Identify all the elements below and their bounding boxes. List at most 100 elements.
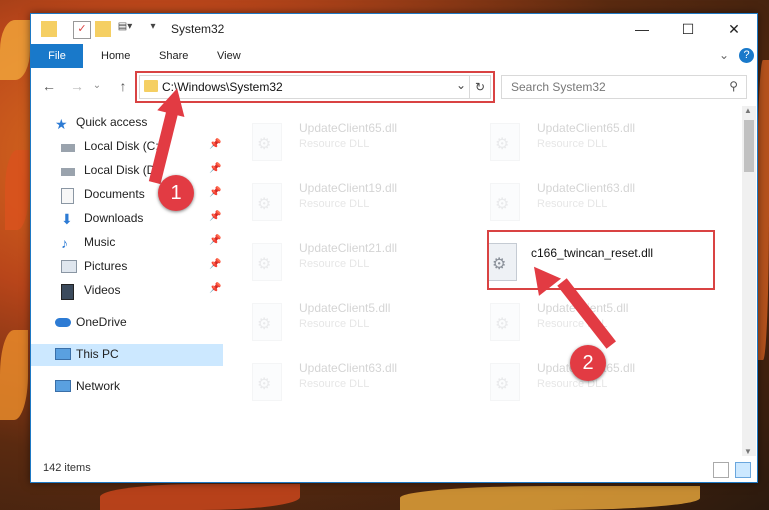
search-icon: ⚲ (729, 79, 738, 93)
file-type: Resource DLL (299, 138, 370, 150)
folder-icon (41, 21, 57, 37)
pin-icon[interactable]: 📌 (209, 235, 221, 246)
up-arrow-icon[interactable]: ↑ (115, 78, 131, 94)
videos-icon (61, 284, 74, 300)
file-item[interactable]: UpdateClient19.dll Resource DLL (227, 178, 447, 226)
file-type: Resource DLL (537, 378, 608, 390)
scroll-up-arrow-icon[interactable]: ▲ (744, 106, 752, 115)
nav-item-quick-access[interactable]: ★ Quick access (31, 112, 223, 134)
file-item[interactable]: UpdateClient63.dll Resource DLL (465, 178, 685, 226)
minimize-button[interactable]: — (619, 14, 665, 44)
file-item[interactable]: UpdateClient63.dll Resource DLL (227, 358, 447, 406)
file-name: UpdateClient63.dll (299, 361, 398, 375)
nav-item-this-pc[interactable]: This PC (31, 344, 223, 366)
item-count: 142 items (43, 462, 91, 474)
file-item[interactable]: UpdateClient21.dll Resource DLL (227, 238, 447, 286)
pictures-icon (61, 260, 77, 273)
details-view-icon[interactable] (713, 462, 729, 478)
background-leaf (0, 330, 28, 420)
nav-item-pictures[interactable]: Pictures 📌 (31, 256, 223, 278)
file-name: UpdateClient65.dll (537, 121, 636, 135)
scrollbar-thumb[interactable] (744, 120, 754, 172)
pin-icon[interactable]: 📌 (209, 211, 221, 222)
chevron-down-icon[interactable]: ▾ (145, 21, 161, 37)
file-tab[interactable]: File (31, 44, 83, 68)
nav-item-documents[interactable]: Documents 📌 (31, 184, 223, 206)
dll-file-icon (252, 123, 282, 161)
search-placeholder: Search System32 (511, 80, 606, 94)
pin-icon[interactable]: 📌 (209, 187, 221, 198)
drive-icon (61, 168, 75, 176)
dll-file-icon (252, 183, 282, 221)
nav-item-music[interactable]: ♪ Music 📌 (31, 232, 223, 254)
pin-icon[interactable]: 📌 (209, 163, 221, 174)
file-name: UpdateClient21.dll (299, 241, 398, 255)
nav-item-label: OneDrive (76, 315, 127, 329)
window-title: System32 (171, 22, 225, 36)
customize-toolbar-icon[interactable]: ▤▾ (117, 21, 133, 37)
documents-icon (61, 188, 74, 204)
cloud-icon (55, 318, 71, 327)
background-leaf (0, 20, 30, 80)
file-name: UpdateClient19.dll (299, 181, 398, 195)
ribbon: File Home Share View ⌄ ? (31, 44, 757, 69)
file-name: UpdateClient65.dll (299, 121, 398, 135)
nav-item-label: This PC (76, 347, 119, 361)
annotation-badge-1: 1 (158, 175, 194, 211)
file-item[interactable]: UpdateClient65.dll Resource DLL (227, 118, 447, 166)
nav-item-label: Videos (84, 283, 121, 297)
large-icons-view-icon[interactable] (735, 462, 751, 478)
maximize-button[interactable]: ☐ (665, 14, 711, 44)
file-name: UpdateClient63.dll (537, 181, 636, 195)
tab-share[interactable]: Share (159, 44, 188, 68)
new-folder-icon[interactable] (95, 21, 111, 37)
computer-icon (55, 348, 71, 360)
dll-file-icon (252, 243, 282, 281)
properties-icon[interactable]: ✓ (73, 21, 91, 39)
tab-home[interactable]: Home (101, 44, 130, 68)
annotation-badge-2: 2 (570, 345, 606, 381)
nav-item-local-disk-c[interactable]: Local Disk (C:) 📌 (31, 136, 223, 158)
drive-icon (61, 144, 75, 152)
pin-icon[interactable]: 📌 (209, 259, 221, 270)
dll-file-icon (490, 303, 520, 341)
search-input[interactable]: Search System32 ⚲ (501, 75, 747, 99)
nav-item-label: Quick access (76, 115, 148, 129)
nav-item-label: Network (76, 379, 121, 393)
background-leaf (100, 484, 300, 510)
background-leaf (5, 150, 29, 230)
pin-icon[interactable]: 📌 (209, 139, 221, 150)
chevron-down-icon[interactable]: ⌄ (89, 78, 105, 94)
explorer-window: ✓ ▤▾ ▾ System32 — ☐ ✕ File Home Share Vi… (30, 13, 758, 483)
nav-item-label: Documents (84, 187, 145, 201)
file-item[interactable]: UpdateClient65.dll Resource DLL (465, 118, 685, 166)
close-button[interactable]: ✕ (711, 14, 757, 44)
scroll-down-arrow-icon[interactable]: ▼ (744, 447, 752, 456)
pin-icon[interactable]: 📌 (209, 283, 221, 294)
file-type: Resource DLL (299, 198, 370, 210)
tab-view[interactable]: View (217, 44, 241, 68)
chevron-down-icon[interactable]: ⌄ (719, 48, 729, 62)
dll-file-icon (490, 123, 520, 161)
nav-item-onedrive[interactable]: OneDrive (31, 312, 223, 334)
back-arrow-icon[interactable]: ← (41, 78, 57, 94)
nav-item-local-disk-d[interactable]: Local Disk (D:) 📌 (31, 160, 223, 182)
file-item[interactable]: UpdateClient5.dll Resource DLL (227, 298, 447, 346)
nav-item-downloads[interactable]: ⬇ Downloads 📌 (31, 208, 223, 230)
file-type: Resource DLL (537, 198, 608, 210)
network-icon (55, 380, 71, 392)
navigation-pane: ★ Quick access Local Disk (C:) 📌 Local D… (31, 106, 226, 456)
nav-item-label: Music (84, 235, 116, 249)
file-type: Resource DLL (537, 138, 608, 150)
nav-item-label: Pictures (84, 259, 128, 273)
help-icon[interactable]: ? (739, 48, 754, 63)
nav-item-network[interactable]: Network (31, 376, 223, 398)
nav-item-videos[interactable]: Videos 📌 (31, 280, 223, 302)
forward-arrow-icon[interactable]: → (69, 78, 85, 94)
dll-file-icon (252, 363, 282, 401)
background-leaf (757, 60, 769, 360)
vertical-scrollbar[interactable]: ▲ ▼ (742, 106, 756, 456)
title-bar: ✓ ▤▾ ▾ System32 — ☐ ✕ (31, 14, 757, 44)
download-icon: ⬇ (61, 211, 73, 227)
dll-file-icon (252, 303, 282, 341)
